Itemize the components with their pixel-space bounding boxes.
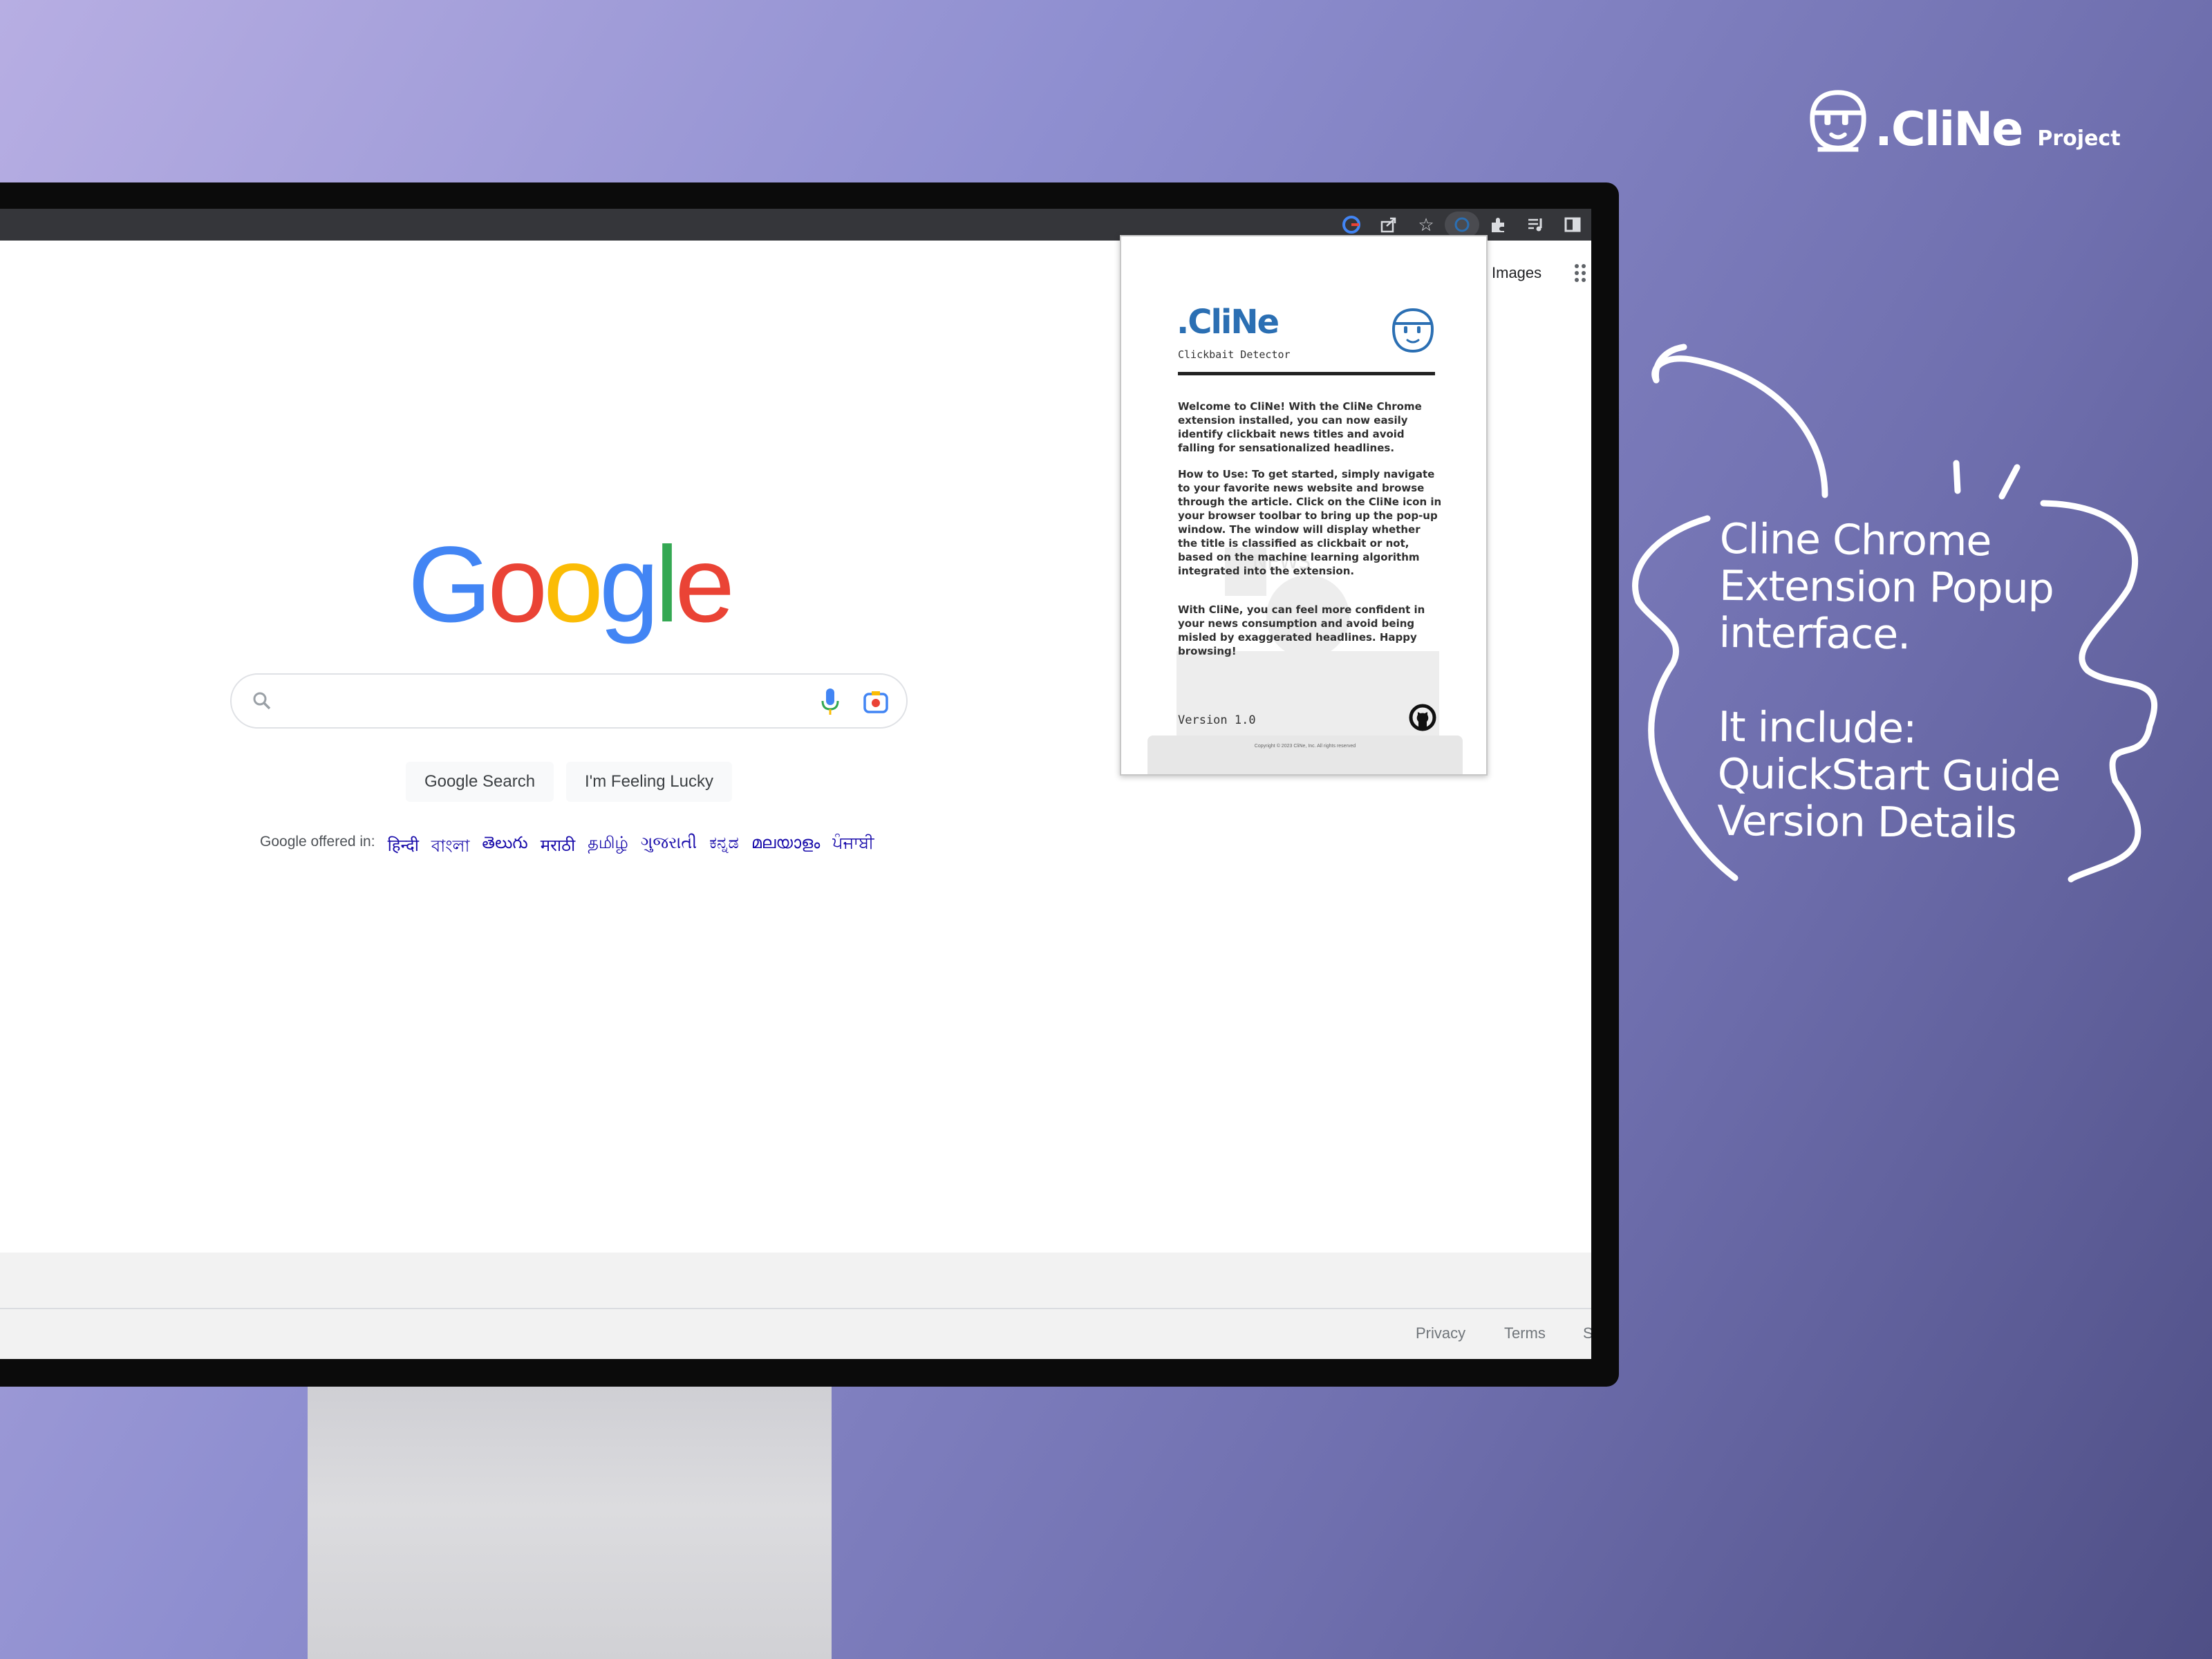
note-line: interface.: [1718, 608, 1911, 659]
note-line: Cline Chrome: [1719, 514, 1991, 566]
language-link[interactable]: বাংলা: [431, 834, 470, 861]
how-to-text: How to Use: To get started, simply navig…: [1178, 468, 1442, 577]
search-icon: [253, 692, 271, 710]
apps-grid-icon[interactable]: [1573, 263, 1591, 283]
note-line: Extension Popup: [1718, 561, 2054, 614]
github-icon[interactable]: [1409, 704, 1436, 731]
language-link[interactable]: ગુજરાતી: [641, 834, 697, 861]
cline-face-icon: [1810, 90, 1866, 152]
note-line: It include:: [1718, 702, 1917, 753]
images-link[interactable]: Images: [1492, 264, 1541, 282]
logo-letter: l: [655, 525, 679, 645]
cline-face-icon: [1391, 308, 1434, 353]
welcome-text: Welcome to CliNe! With the CliNe Chrome …: [1178, 400, 1422, 454]
language-link[interactable]: தமிழ்: [588, 834, 628, 861]
settings-link-partial[interactable]: S: [1583, 1324, 1591, 1342]
logo-letter: g: [599, 525, 659, 645]
copyright-text: Copyright © 2023 CliNe, Inc. All rights …: [1254, 744, 1356, 749]
camera-lens-icon[interactable]: [862, 688, 890, 716]
note-line: QuickStart Guide: [1717, 749, 2061, 802]
language-link[interactable]: ಕನ್ನಡ: [709, 834, 739, 861]
popup-divider: [1178, 372, 1435, 375]
cline-project-logo: .CliNe Project: [1804, 77, 2121, 153]
popup-subtitle: Clickbait Detector: [1178, 348, 1291, 361]
cline-extension-popup: NEWS .CliNe Clickbait Detector Welcome t…: [1120, 235, 1488, 776]
language-link[interactable]: मराठी: [541, 834, 576, 861]
footer-country-bar: [0, 1253, 1591, 1309]
microphone-icon[interactable]: [819, 687, 841, 716]
version-label: Version 1.0: [1178, 713, 1256, 727]
annotation-note: Cline Chrome Extension Popup interface. …: [1716, 514, 2063, 848]
google-logo: Google: [408, 525, 735, 645]
footer-links-bar: [0, 1309, 1591, 1359]
feeling-lucky-button[interactable]: I'm Feeling Lucky: [566, 762, 732, 802]
language-link[interactable]: മലയാളം: [751, 834, 820, 861]
offered-in-label: Google offered in:: [260, 834, 375, 850]
logo-letter: o: [543, 525, 603, 645]
popup-footer: Copyright © 2023 CliNe, Inc. All rights …: [1147, 735, 1463, 774]
brand-name: .CliNe: [1875, 102, 2023, 157]
logo-letter: e: [675, 525, 735, 645]
privacy-link[interactable]: Privacy: [1416, 1324, 1465, 1342]
logo-letter: o: [487, 525, 547, 645]
note-gap: [1718, 657, 2061, 706]
language-offer: Google offered in: हिन्दी বাংলা తెలుగు म…: [260, 834, 874, 861]
popup-title: .CliNe: [1177, 303, 1280, 341]
brand-subtitle: Project: [2037, 126, 2121, 151]
language-link[interactable]: తెలుగు: [482, 834, 527, 861]
note-line: Version Details: [1716, 796, 2017, 848]
language-link[interactable]: हिन्दी: [388, 834, 419, 861]
closing-text: With CliNe, you can feel more confident …: [1178, 603, 1425, 657]
search-box[interactable]: [230, 673, 908, 729]
language-link[interactable]: ਪੰਜਾਬੀ: [832, 834, 874, 861]
google-search-button[interactable]: Google Search: [406, 762, 554, 802]
terms-link[interactable]: Terms: [1504, 1324, 1546, 1342]
monitor-stand: [308, 1387, 832, 1659]
logo-letter: G: [408, 525, 491, 645]
